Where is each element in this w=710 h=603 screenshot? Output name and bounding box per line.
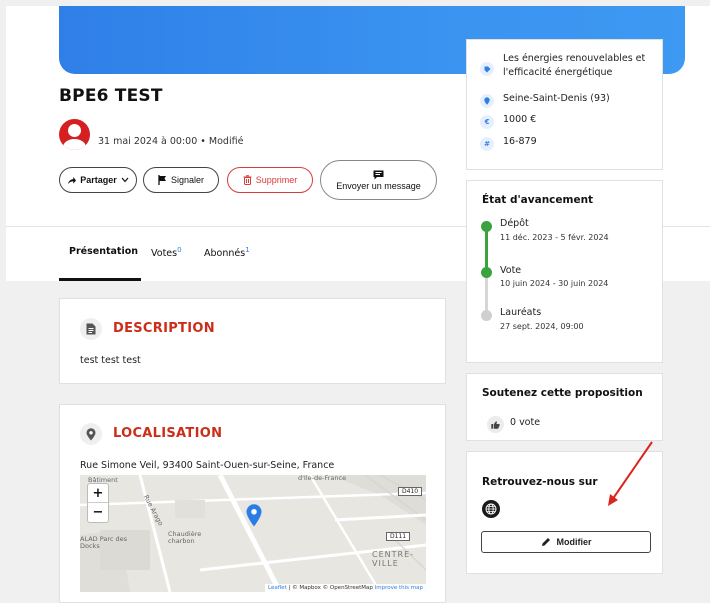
location-heading: LOCALISATION [113, 426, 223, 441]
avatar[interactable] [59, 119, 90, 150]
map-label-chaudiere: Chaudière charbon [168, 530, 202, 546]
step-name-depot: Dépôt [500, 218, 529, 229]
document-icon [80, 318, 102, 340]
step-dates-laureats: 27 sept. 2024, 09:00 [500, 322, 584, 331]
description-heading: DESCRIPTION [113, 321, 215, 336]
share-button-label: Partager [80, 175, 117, 185]
edit-links-button[interactable]: Modifier [481, 531, 651, 553]
location-pin-icon [480, 94, 494, 108]
road-tag-d410: D410 [398, 487, 423, 496]
project-info-card: Les énergies renouvelables et l'efficaci… [466, 39, 663, 170]
globe-icon[interactable] [482, 500, 500, 518]
tab-followers[interactable]: Abonnés1 [204, 246, 250, 259]
info-reference: # 16-879 [480, 135, 537, 151]
send-message-label: Envoyer un message [336, 180, 421, 191]
location-map[interactable]: Bâtiment Rue Arago Chaudière charbon ALA… [80, 475, 426, 592]
map-zoom-control: + − [87, 483, 109, 523]
flag-icon [158, 175, 166, 185]
delete-button-label: Supprimer [255, 175, 298, 185]
votes-count-badge: 0 [177, 246, 182, 254]
tab-presentation[interactable]: Présentation [69, 246, 138, 257]
share-button[interactable]: Partager [59, 167, 137, 193]
leaflet-link[interactable]: Leaflet [268, 585, 287, 591]
info-theme: Les énergies renouvelables et l'efficaci… [480, 52, 652, 80]
map-label-centre-ville: CENTRE-VILLE [372, 550, 415, 568]
location-pin-icon [80, 423, 102, 445]
tab-votes[interactable]: Votes0 [151, 246, 182, 259]
map-zoom-out-button[interactable]: − [88, 503, 108, 522]
map-zoom-in-button[interactable]: + [88, 484, 108, 503]
road-tag-d111: D111 [386, 532, 411, 541]
support-title: Soutenez cette proposition [482, 387, 643, 399]
chevron-down-icon [121, 177, 129, 183]
trash-icon [243, 175, 252, 185]
followers-count-badge: 1 [245, 246, 250, 254]
timeline-dot-depot [481, 221, 492, 232]
vote-count: 0 vote [510, 417, 541, 428]
hash-icon: # [480, 137, 494, 151]
project-title: BPE6 TEST [59, 86, 163, 106]
report-button-label: Signaler [170, 175, 205, 185]
map-label-ile-de-france: d'Île-de-France [298, 475, 347, 482]
description-card: DESCRIPTION test test test [59, 298, 446, 384]
annotation-arrow-icon [608, 441, 653, 506]
timeline-line-pending [485, 273, 488, 315]
map-attribution: Leaflet | © Mapbox © OpenStreetMap Impro… [264, 584, 426, 592]
map-label-parc-docks: ALAD Parc des Docks [80, 535, 128, 551]
project-meta: 31 mai 2024 à 00:00 • Modifié [98, 136, 244, 147]
improve-map-link[interactable]: Improve this map [375, 585, 423, 591]
pencil-icon [541, 538, 550, 546]
thumbs-up-icon[interactable] [487, 416, 504, 433]
location-card: LOCALISATION Rue Simone Veil, 93400 Sain… [59, 404, 446, 603]
share-icon [68, 176, 77, 184]
description-text: test test test [80, 355, 141, 366]
send-message-button[interactable]: Envoyer un message [320, 160, 437, 200]
info-budget: € 1000 € [480, 113, 536, 129]
progress-title: État d'avancement [482, 194, 594, 206]
location-address: Rue Simone Veil, 93400 Saint-Ouen-sur-Se… [80, 460, 335, 471]
map-marker-icon[interactable] [246, 504, 262, 527]
step-dates-depot: 11 déc. 2023 - 5 févr. 2024 [500, 233, 609, 242]
progress-card: État d'avancement Dépôt 11 déc. 2023 - 5… [466, 180, 663, 363]
tag-icon [480, 62, 494, 76]
euro-icon: € [480, 115, 494, 129]
timeline-dot-vote [481, 267, 492, 278]
edit-button-label: Modifier [556, 537, 592, 547]
support-card: Soutenez cette proposition 0 vote [466, 373, 663, 441]
step-name-vote: Vote [500, 265, 522, 276]
delete-button[interactable]: Supprimer [227, 167, 313, 193]
info-area: Seine-Saint-Denis (93) [480, 92, 610, 108]
chat-icon [373, 170, 384, 179]
step-dates-vote: 10 juin 2024 - 30 juin 2024 [500, 279, 609, 288]
timeline-dot-laureats [481, 310, 492, 321]
social-title: Retrouvez-nous sur [482, 476, 598, 488]
active-tab-indicator [59, 278, 141, 281]
step-name-laureats: Lauréats [500, 307, 542, 318]
report-button[interactable]: Signaler [143, 167, 219, 193]
